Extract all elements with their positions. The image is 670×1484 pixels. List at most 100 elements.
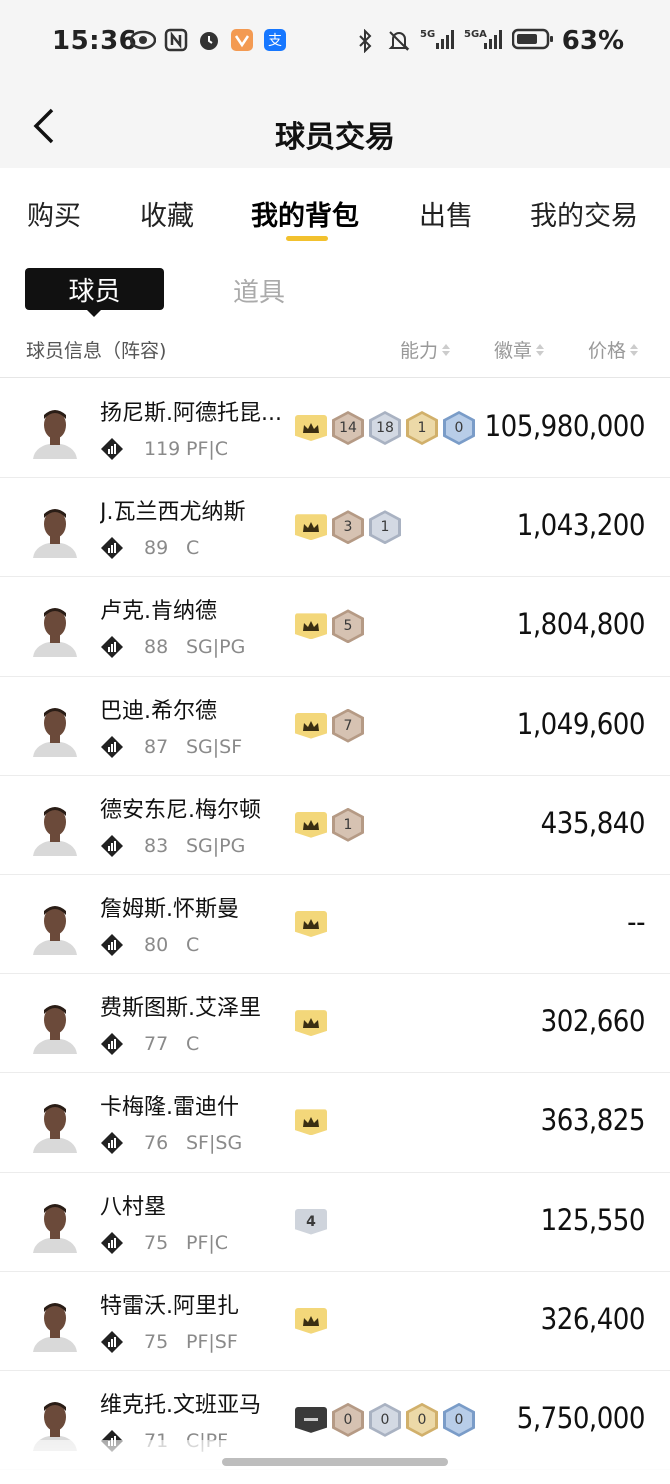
player-avatar [25,996,85,1055]
badge-count: 1 [335,810,361,839]
badge-gold: 0 [406,1402,438,1437]
player-price: 5,750,000 [516,1400,646,1435]
badge-count: 1 [372,513,398,542]
player-row[interactable]: 德安东尼.梅尔顿 83 SG|PG 1 435,840 [0,776,670,875]
svg-text:5GA: 5GA [464,29,487,40]
player-name: J.瓦兰西尤纳斯 [100,500,246,526]
badge-bronze: 1 [332,807,364,842]
crown-icon [295,514,327,541]
svg-text:支: 支 [268,33,282,49]
player-rating: 80 [144,933,169,956]
tab-favorites[interactable]: 收藏 [140,194,194,233]
player-row[interactable]: 卢克.肯纳德 88 SG|PG 5 1,804,800 [0,577,670,677]
tab-buy[interactable]: 购买 [27,194,81,233]
crown-icon [295,811,327,838]
player-row[interactable]: 八村塁 75 PF|C 4 125,550 [0,1173,670,1272]
status-time: 15:36 [52,26,138,56]
player-meta: 75 PF|SF [100,1330,238,1354]
player-row[interactable]: 扬尼斯.阿德托昆... 119 PF|C 14 18 1 0 105,980,000 [0,379,670,479]
badge-gold: 1 [406,411,438,445]
sort-price-label: 价格 [588,340,627,362]
player-name: 卡梅隆.雷迪什 [100,1095,239,1121]
rating-icon [100,437,124,461]
badge-silver: 0 [369,1402,401,1437]
badge-group [295,1304,327,1338]
player-position: PF|C [186,438,229,460]
player-row[interactable]: 费斯图斯.艾泽里 77 C 302,660 [0,974,670,1074]
player-meta: 76 SF|SG [100,1131,242,1155]
crown-icon [295,1010,327,1037]
player-position: C [186,933,200,956]
player-position: SG|PG [186,834,246,857]
badge-group: 1 [295,807,364,842]
crown-icon [295,613,327,640]
player-name: 巴迪.希尔德 [100,698,217,724]
player-price: -- [627,904,645,939]
player-rating: 83 [144,834,169,857]
badge-count: 3 [335,513,361,542]
player-avatar [25,1095,85,1154]
player-position: SF|SG [186,1132,243,1155]
page-title: 球员交易 [275,120,395,155]
subtab-players[interactable]: 球员 [25,268,164,310]
player-row[interactable]: 特雷沃.阿里扎 75 PF|SF 326,400 [0,1272,670,1371]
player-row[interactable]: 詹姆斯.怀斯曼 80 C -- [0,875,670,975]
player-meta: 89 C [100,536,199,560]
player-rating: 75 [144,1330,169,1353]
battery-percent: 63% [561,26,624,56]
alarm-icon [196,27,222,53]
player-meta: 77 C [100,1032,199,1056]
sort-ability[interactable]: 能力 [400,336,451,363]
rating-icon [100,536,124,560]
player-row[interactable]: J.瓦兰西尤纳斯 89 C 31 1,043,200 [0,478,670,578]
active-tab-indicator [286,236,328,241]
player-avatar [25,896,85,955]
badge-group: 31 [295,510,401,545]
crown-icon [295,910,327,937]
player-avatar [25,401,85,459]
player-meta: 83 SG|PG [100,834,245,858]
player-meta: 75 PF|C [100,1231,228,1255]
home-indicator[interactable] [222,1458,448,1466]
player-list: 扬尼斯.阿德托昆... 119 PF|C 14 18 1 0 105,980,000 J… [0,379,670,1471]
battery-icon [511,27,554,55]
rating-icon [100,1231,124,1255]
tab-my-trades[interactable]: 我的交易 [530,194,638,233]
player-position: PF|SF [186,1330,238,1353]
tab-my-backpack[interactable]: 我的背包 [251,194,359,233]
player-rating: 119 [144,438,181,460]
badge-bronze: 0 [332,1402,364,1437]
tab-sell[interactable]: 出售 [419,194,473,233]
subtab-items[interactable]: 道具 [233,272,285,309]
badge-group: 14 18 1 0 [295,411,475,445]
player-name: 詹姆斯.怀斯曼 [100,896,239,922]
tab-bar: 购买 收藏 我的背包 出售 我的交易 [0,168,670,254]
sort-arrows-icon [630,343,639,356]
player-name: 维克托.文班亚马 [100,1392,261,1418]
badge-bronze: 14 [332,411,364,445]
badge-group [295,1105,327,1139]
rating-icon [100,1131,124,1155]
rating-icon [100,1330,124,1354]
player-avatar [25,599,85,658]
sort-badges[interactable]: 徽章 [494,336,545,363]
badge-group: 4 [295,1205,327,1239]
player-name: 卢克.肯纳德 [100,599,217,625]
mute-icon [386,28,412,54]
player-meta: 80 C [100,933,199,957]
sort-price[interactable]: 价格 [588,336,639,363]
badge-blue: 0 [443,411,475,445]
player-name: 八村塁 [100,1194,167,1220]
badge-bronze: 3 [332,510,364,545]
level-badge: 4 [295,1208,327,1235]
player-name: 特雷沃.阿里扎 [100,1293,239,1319]
sort-ability-label: 能力 [400,340,439,362]
player-price: 1,804,800 [516,607,646,642]
player-rating: 76 [144,1132,169,1155]
player-price: 105,980,000 [484,409,646,443]
player-row[interactable]: 巴迪.希尔德 87 SG|SF 7 1,049,600 [0,677,670,776]
player-row[interactable]: 卡梅隆.雷迪什 76 SF|SG 363,825 [0,1073,670,1173]
player-avatar [25,1194,85,1253]
crown-icon [295,415,327,441]
player-price: 363,825 [540,1103,646,1138]
